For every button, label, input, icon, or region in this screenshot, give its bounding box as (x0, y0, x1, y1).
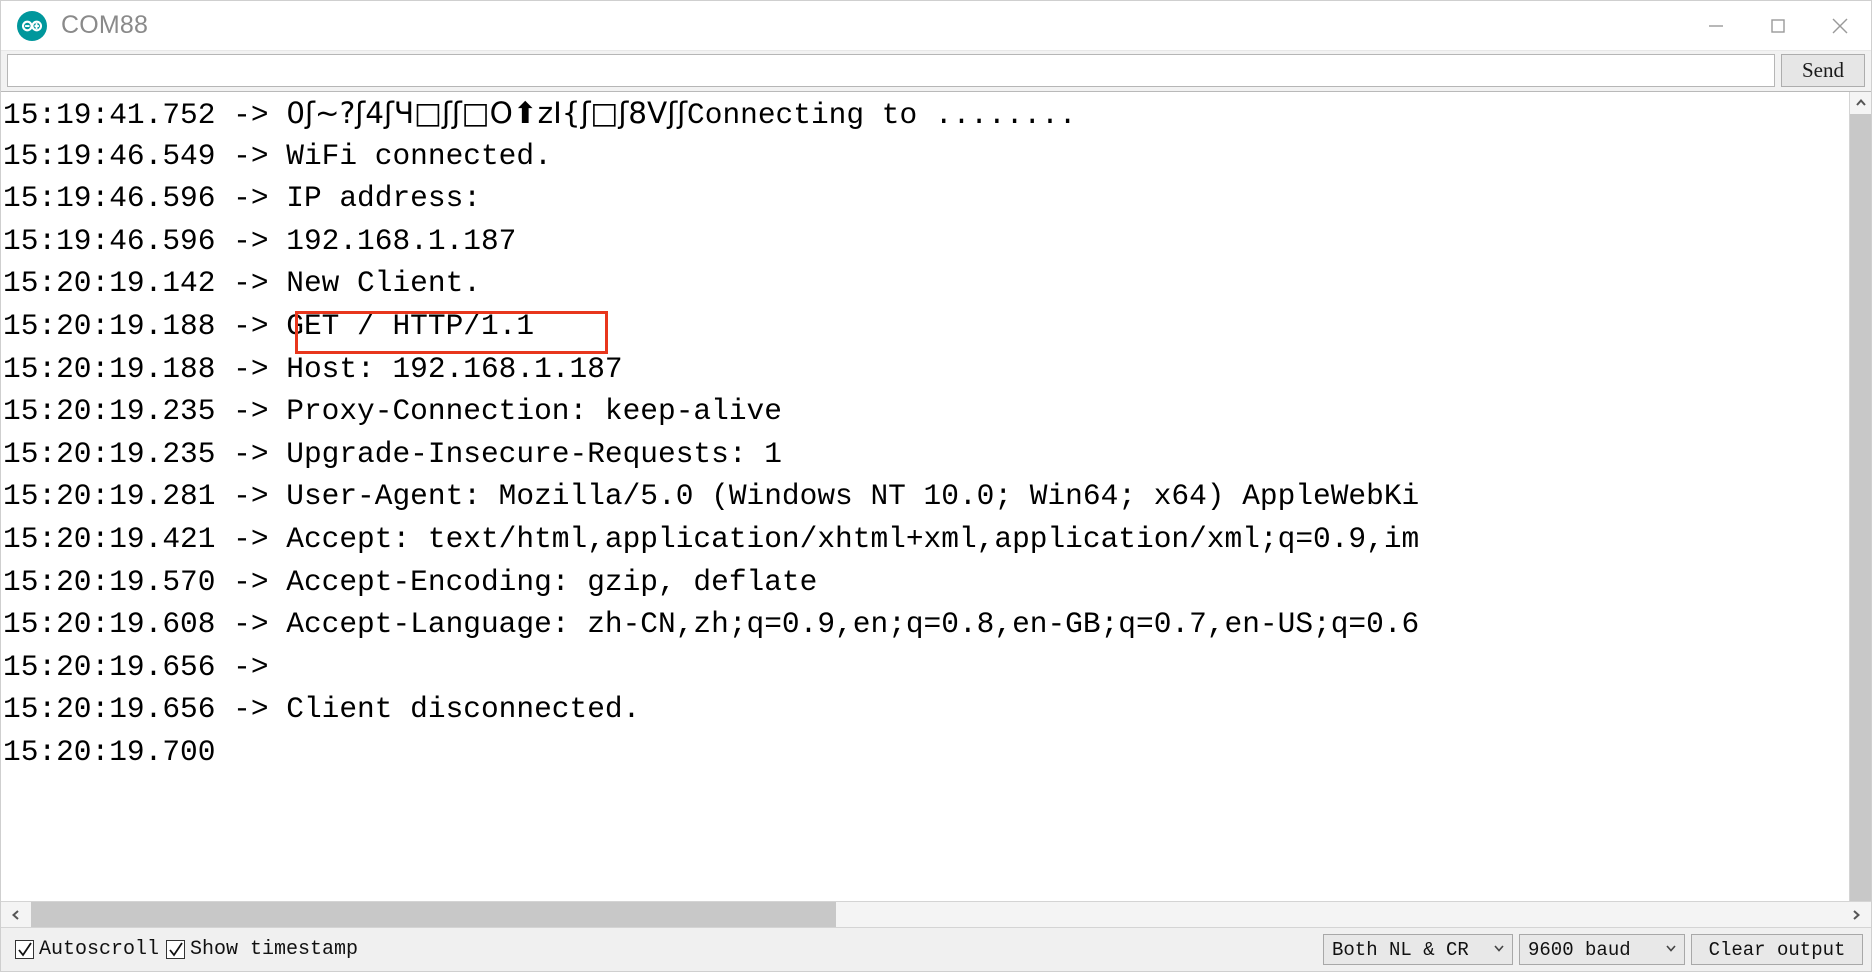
console-line: 15:20:19.281 -> User-Agent: Mozilla/5.0 … (3, 475, 1419, 518)
line-timestamp: 15:20:19.235 (3, 436, 216, 471)
console-area: 15:19:41.752 -> 0ʃ~?ʃ4ʃЧ□ʃʃ□O⬆zI{ʃ□ʃ8Vʃʃ… (1, 91, 1871, 901)
console-line: 15:20:19.188 -> Host: 192.168.1.187 (3, 348, 1419, 391)
autoscroll-label: Autoscroll (39, 938, 160, 961)
line-timestamp: 15:20:19.281 (3, 479, 216, 514)
scroll-left-icon[interactable] (1, 902, 31, 927)
line-arrow: -> (215, 649, 287, 684)
line-arrow: -> (215, 436, 287, 471)
horizontal-scrollbar[interactable] (1, 901, 1871, 927)
console-line: 15:20:19.570 -> Accept-Encoding: gzip, d… (3, 561, 1419, 604)
line-arrow: -> (215, 266, 287, 301)
line-arrow: -> (215, 308, 287, 343)
console-line: 15:19:46.596 -> IP address: (3, 177, 1419, 220)
console-line: 15:19:41.752 -> 0ʃ~?ʃ4ʃЧ□ʃʃ□O⬆zI{ʃ□ʃ8Vʃʃ… (3, 92, 1419, 135)
line-text: Proxy-Connection: keep-alive (286, 394, 782, 429)
console-line: 15:20:19.235 -> Proxy-Connection: keep-a… (3, 390, 1419, 433)
maximize-icon[interactable] (1747, 2, 1809, 50)
line-text: Accept-Encoding: gzip, deflate (286, 564, 818, 599)
line-timestamp: 15:19:41.752 (3, 98, 216, 132)
close-icon[interactable] (1809, 2, 1871, 50)
baud-rate-value: 9600 baud (1528, 938, 1631, 961)
horizontal-scrollbar-thumb[interactable] (31, 902, 836, 927)
console-line: 15:20:19.188 -> GET / HTTP/1.1 (3, 305, 1419, 348)
window-title: COM88 (61, 11, 149, 39)
line-text: IP address: (286, 181, 481, 216)
vertical-scrollbar[interactable] (1849, 92, 1871, 901)
line-arrow: -> (215, 138, 287, 173)
line-timestamp: 15:20:19.235 (3, 394, 216, 429)
line-timestamp: 15:20:19.142 (3, 266, 216, 301)
console-line: 15:19:46.596 -> 192.168.1.187 (3, 220, 1419, 263)
serial-output-console[interactable]: 15:19:41.752 -> 0ʃ~?ʃ4ʃЧ□ʃʃ□O⬆zI{ʃ□ʃ8Vʃʃ… (1, 92, 1849, 901)
checkmark-icon (166, 940, 186, 959)
line-text: Client disconnected. (286, 692, 641, 727)
console-line: 15:20:19.142 -> New Client. (3, 262, 1419, 305)
vertical-scrollbar-thumb[interactable] (1850, 114, 1871, 901)
horizontal-scrollbar-track[interactable] (31, 902, 1841, 927)
line-text: GET / HTTP/1.1 (286, 308, 535, 343)
checkbox-group: Autoscroll Show timestamp (15, 938, 358, 961)
chevron-down-icon (1492, 939, 1506, 961)
scroll-right-icon[interactable] (1841, 902, 1871, 927)
line-text: Upgrade-Insecure-Requests: 1 (286, 436, 782, 471)
line-text: New Client. (286, 266, 481, 301)
minimize-icon[interactable] (1685, 2, 1747, 50)
line-arrow: -> (215, 223, 287, 258)
console-line-list: 15:19:41.752 -> 0ʃ~?ʃ4ʃЧ□ʃʃ□O⬆zI{ʃ□ʃ8Vʃʃ… (3, 92, 1419, 774)
line-timestamp: 15:20:19.608 (3, 607, 216, 642)
line-arrow: -> (215, 564, 287, 599)
console-line: 15:19:46.549 -> WiFi connected. (3, 135, 1419, 178)
serial-monitor-window: COM88 Send 15:19:41.752 -> 0ʃ~?ʃ4ʃЧ□ʃʃ□O… (0, 0, 1872, 972)
title-bar: COM88 (1, 1, 1871, 51)
line-timestamp: 15:20:19.421 (3, 521, 216, 556)
console-line: 15:20:19.608 -> Accept-Language: zh-CN,z… (3, 603, 1419, 646)
console-line: 15:20:19.700 (3, 731, 1419, 774)
chevron-down-icon (1664, 939, 1678, 961)
line-timestamp: 15:19:46.596 (3, 223, 216, 258)
status-bar: Autoscroll Show timestamp Both NL & CR 9… (1, 927, 1871, 971)
line-timestamp: 15:20:19.656 (3, 649, 216, 684)
console-line: 15:20:19.421 -> Accept: text/html,applic… (3, 518, 1419, 561)
show-timestamp-label: Show timestamp (190, 938, 359, 961)
show-timestamp-checkbox[interactable]: Show timestamp (166, 938, 358, 961)
line-arrow: -> (215, 479, 287, 514)
line-timestamp: 15:20:19.570 (3, 564, 216, 599)
line-ending-dropdown[interactable]: Both NL & CR (1323, 934, 1513, 965)
line-arrow: -> (215, 692, 287, 727)
line-text: Accept: text/html,application/xhtml+xml,… (286, 521, 1420, 556)
autoscroll-checkbox[interactable]: Autoscroll (15, 938, 159, 961)
line-arrow: -> (215, 607, 287, 642)
line-timestamp: 15:20:19.700 (3, 734, 216, 769)
line-text: WiFi connected. (286, 138, 552, 173)
clear-output-button[interactable]: Clear output (1691, 934, 1863, 965)
line-text-suffix: Connecting to ........ (687, 98, 1077, 132)
line-text: 0ʃ~?ʃ4ʃЧ□ʃʃ□O⬆zI{ʃ□ʃ8Vʃʃ (286, 96, 688, 130)
serial-send-input[interactable] (7, 54, 1775, 87)
console-line: 15:20:19.656 -> Client disconnected. (3, 688, 1419, 731)
line-arrow: -> (215, 394, 287, 429)
line-text: 192.168.1.187 (286, 223, 517, 258)
line-text: Host: 192.168.1.187 (286, 351, 623, 386)
line-timestamp: 15:20:19.188 (3, 351, 216, 386)
line-timestamp: 15:20:19.656 (3, 692, 216, 727)
line-timestamp: 15:19:46.549 (3, 138, 216, 173)
send-row: Send (1, 51, 1871, 91)
line-ending-value: Both NL & CR (1332, 938, 1469, 961)
line-timestamp: 15:19:46.596 (3, 181, 216, 216)
line-arrow: -> (215, 521, 287, 556)
line-timestamp: 15:20:19.188 (3, 308, 216, 343)
send-button[interactable]: Send (1781, 54, 1865, 87)
scroll-up-icon[interactable] (1850, 92, 1871, 114)
line-arrow: -> (215, 351, 287, 386)
line-arrow: -> (215, 98, 287, 132)
line-text: User-Agent: Mozilla/5.0 (Windows NT 10.0… (286, 479, 1420, 514)
checkmark-icon (15, 940, 34, 959)
console-line: 15:20:19.656 -> (3, 646, 1419, 689)
arduino-infinity-logo-icon (15, 9, 49, 43)
line-arrow: -> (215, 181, 287, 216)
console-line: 15:20:19.235 -> Upgrade-Insecure-Request… (3, 433, 1419, 476)
line-text: Accept-Language: zh-CN,zh;q=0.9,en;q=0.8… (286, 607, 1420, 642)
baud-rate-dropdown[interactable]: 9600 baud (1519, 934, 1685, 965)
